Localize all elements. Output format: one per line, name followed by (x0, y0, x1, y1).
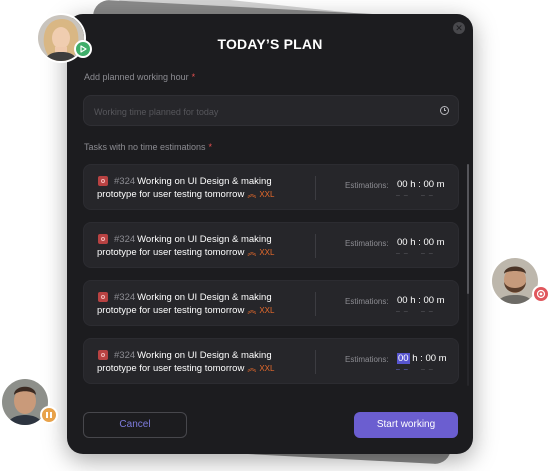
start-working-button[interactable]: Start working (354, 412, 458, 438)
estimation-label: Estimations: (345, 239, 389, 248)
minutes-underline: – – (421, 308, 434, 315)
minutes-value[interactable]: 00 (423, 237, 434, 248)
task-title-line1: #324 Working on UI Design & making (114, 176, 272, 187)
size-tag: XXL (259, 190, 275, 199)
play-icon-glyph (80, 45, 87, 53)
planned-hours-input[interactable] (92, 96, 426, 127)
divider (315, 350, 316, 374)
task-id: #324 (114, 350, 136, 361)
minutes-value[interactable]: 00 (423, 179, 434, 190)
close-icon[interactable]: ✕ (453, 22, 465, 34)
hours-underline: – – (396, 308, 409, 315)
task-card[interactable]: #324 Working on UI Design & making protot… (83, 338, 459, 384)
record-icon[interactable] (532, 285, 550, 303)
avatar-bearded-man-image (492, 258, 538, 304)
task-id: #324 (114, 234, 136, 245)
minutes-underline: – – (421, 366, 434, 373)
minutes-value[interactable]: 00 (425, 353, 436, 364)
task-title-line2: prototype for user testing tomorrow ︽ XXL (97, 305, 275, 316)
clock-icon[interactable] (440, 106, 449, 115)
double-chevron-up-icon: ︽ (247, 247, 257, 257)
task-card[interactable]: #324 Working on UI Design & making protot… (83, 280, 459, 326)
task-title-line1: #324 Working on UI Design & making (114, 292, 272, 303)
task-title-line2: prototype for user testing tomorrow ︽ XXL (97, 247, 275, 258)
hours-value[interactable]: 00 (397, 295, 408, 306)
minutes-value[interactable]: 00 (423, 295, 434, 306)
estimation-input[interactable]: 00 h : 00 m (397, 237, 445, 248)
planned-hours-field[interactable] (83, 95, 459, 127)
todays-plan-dialog: ✕ TODAY’S PLAN Add planned working hour *… (67, 14, 473, 454)
hours-value-focused[interactable]: 00 (397, 353, 410, 364)
required-mark: * (191, 72, 196, 82)
scrollbar-thumb[interactable] (467, 164, 469, 294)
task-id: #324 (114, 176, 136, 187)
task-title-line2: prototype for user testing tomorrow ︽ XXL (97, 363, 275, 374)
task-title-line1: #324 Working on UI Design & making (114, 350, 272, 361)
size-tag: XXL (259, 364, 275, 373)
task-title-line2: prototype for user testing tomorrow ︽ XXL (97, 189, 275, 200)
task-list[interactable]: #324 Working on UI Design & making protot… (83, 164, 459, 386)
hours-value[interactable]: 00 (397, 237, 408, 248)
hours-field-label: Add planned working hour * (84, 72, 196, 82)
record-icon-glyph (536, 289, 546, 299)
task-title-line1: #324 Working on UI Design & making (114, 234, 272, 245)
size-tag: XXL (259, 248, 275, 257)
tasks-section-label: Tasks with no time estimations * (84, 142, 213, 152)
double-chevron-up-icon: ︽ (247, 305, 257, 315)
required-mark: * (208, 142, 213, 152)
estimation-input[interactable]: 00 h : 00 m (397, 295, 445, 306)
estimation-label: Estimations: (345, 297, 389, 306)
minutes-underline: – – (421, 250, 434, 257)
estimation-input[interactable]: 00 h : 00 m (397, 179, 445, 190)
pause-icon-glyph (46, 412, 52, 418)
play-icon[interactable] (74, 40, 92, 58)
task-id: #324 (114, 292, 136, 303)
double-chevron-up-icon: ︽ (247, 189, 257, 199)
minutes-underline: – – (421, 192, 434, 199)
size-tag: XXL (259, 306, 275, 315)
estimation-label: Estimations: (345, 181, 389, 190)
divider (315, 176, 316, 200)
divider (315, 292, 316, 316)
task-status-icon (98, 350, 108, 360)
estimation-label: Estimations: (345, 355, 389, 364)
task-card[interactable]: #324 Working on UI Design & making protot… (83, 222, 459, 268)
hours-underline: – – (396, 366, 409, 373)
task-card[interactable]: #324 Working on UI Design & making protot… (83, 164, 459, 210)
hours-underline: – – (396, 250, 409, 257)
pause-icon[interactable] (40, 406, 58, 424)
task-status-icon (98, 234, 108, 244)
hours-underline: – – (396, 192, 409, 199)
cancel-button[interactable]: Cancel (83, 412, 187, 438)
task-status-icon (98, 176, 108, 186)
double-chevron-up-icon: ︽ (247, 363, 257, 373)
estimation-input[interactable]: 00 h : 00 m (397, 353, 447, 364)
task-status-icon (98, 292, 108, 302)
divider (315, 234, 316, 258)
hours-value[interactable]: 00 (397, 179, 408, 190)
dialog-title: TODAY’S PLAN (217, 36, 323, 52)
